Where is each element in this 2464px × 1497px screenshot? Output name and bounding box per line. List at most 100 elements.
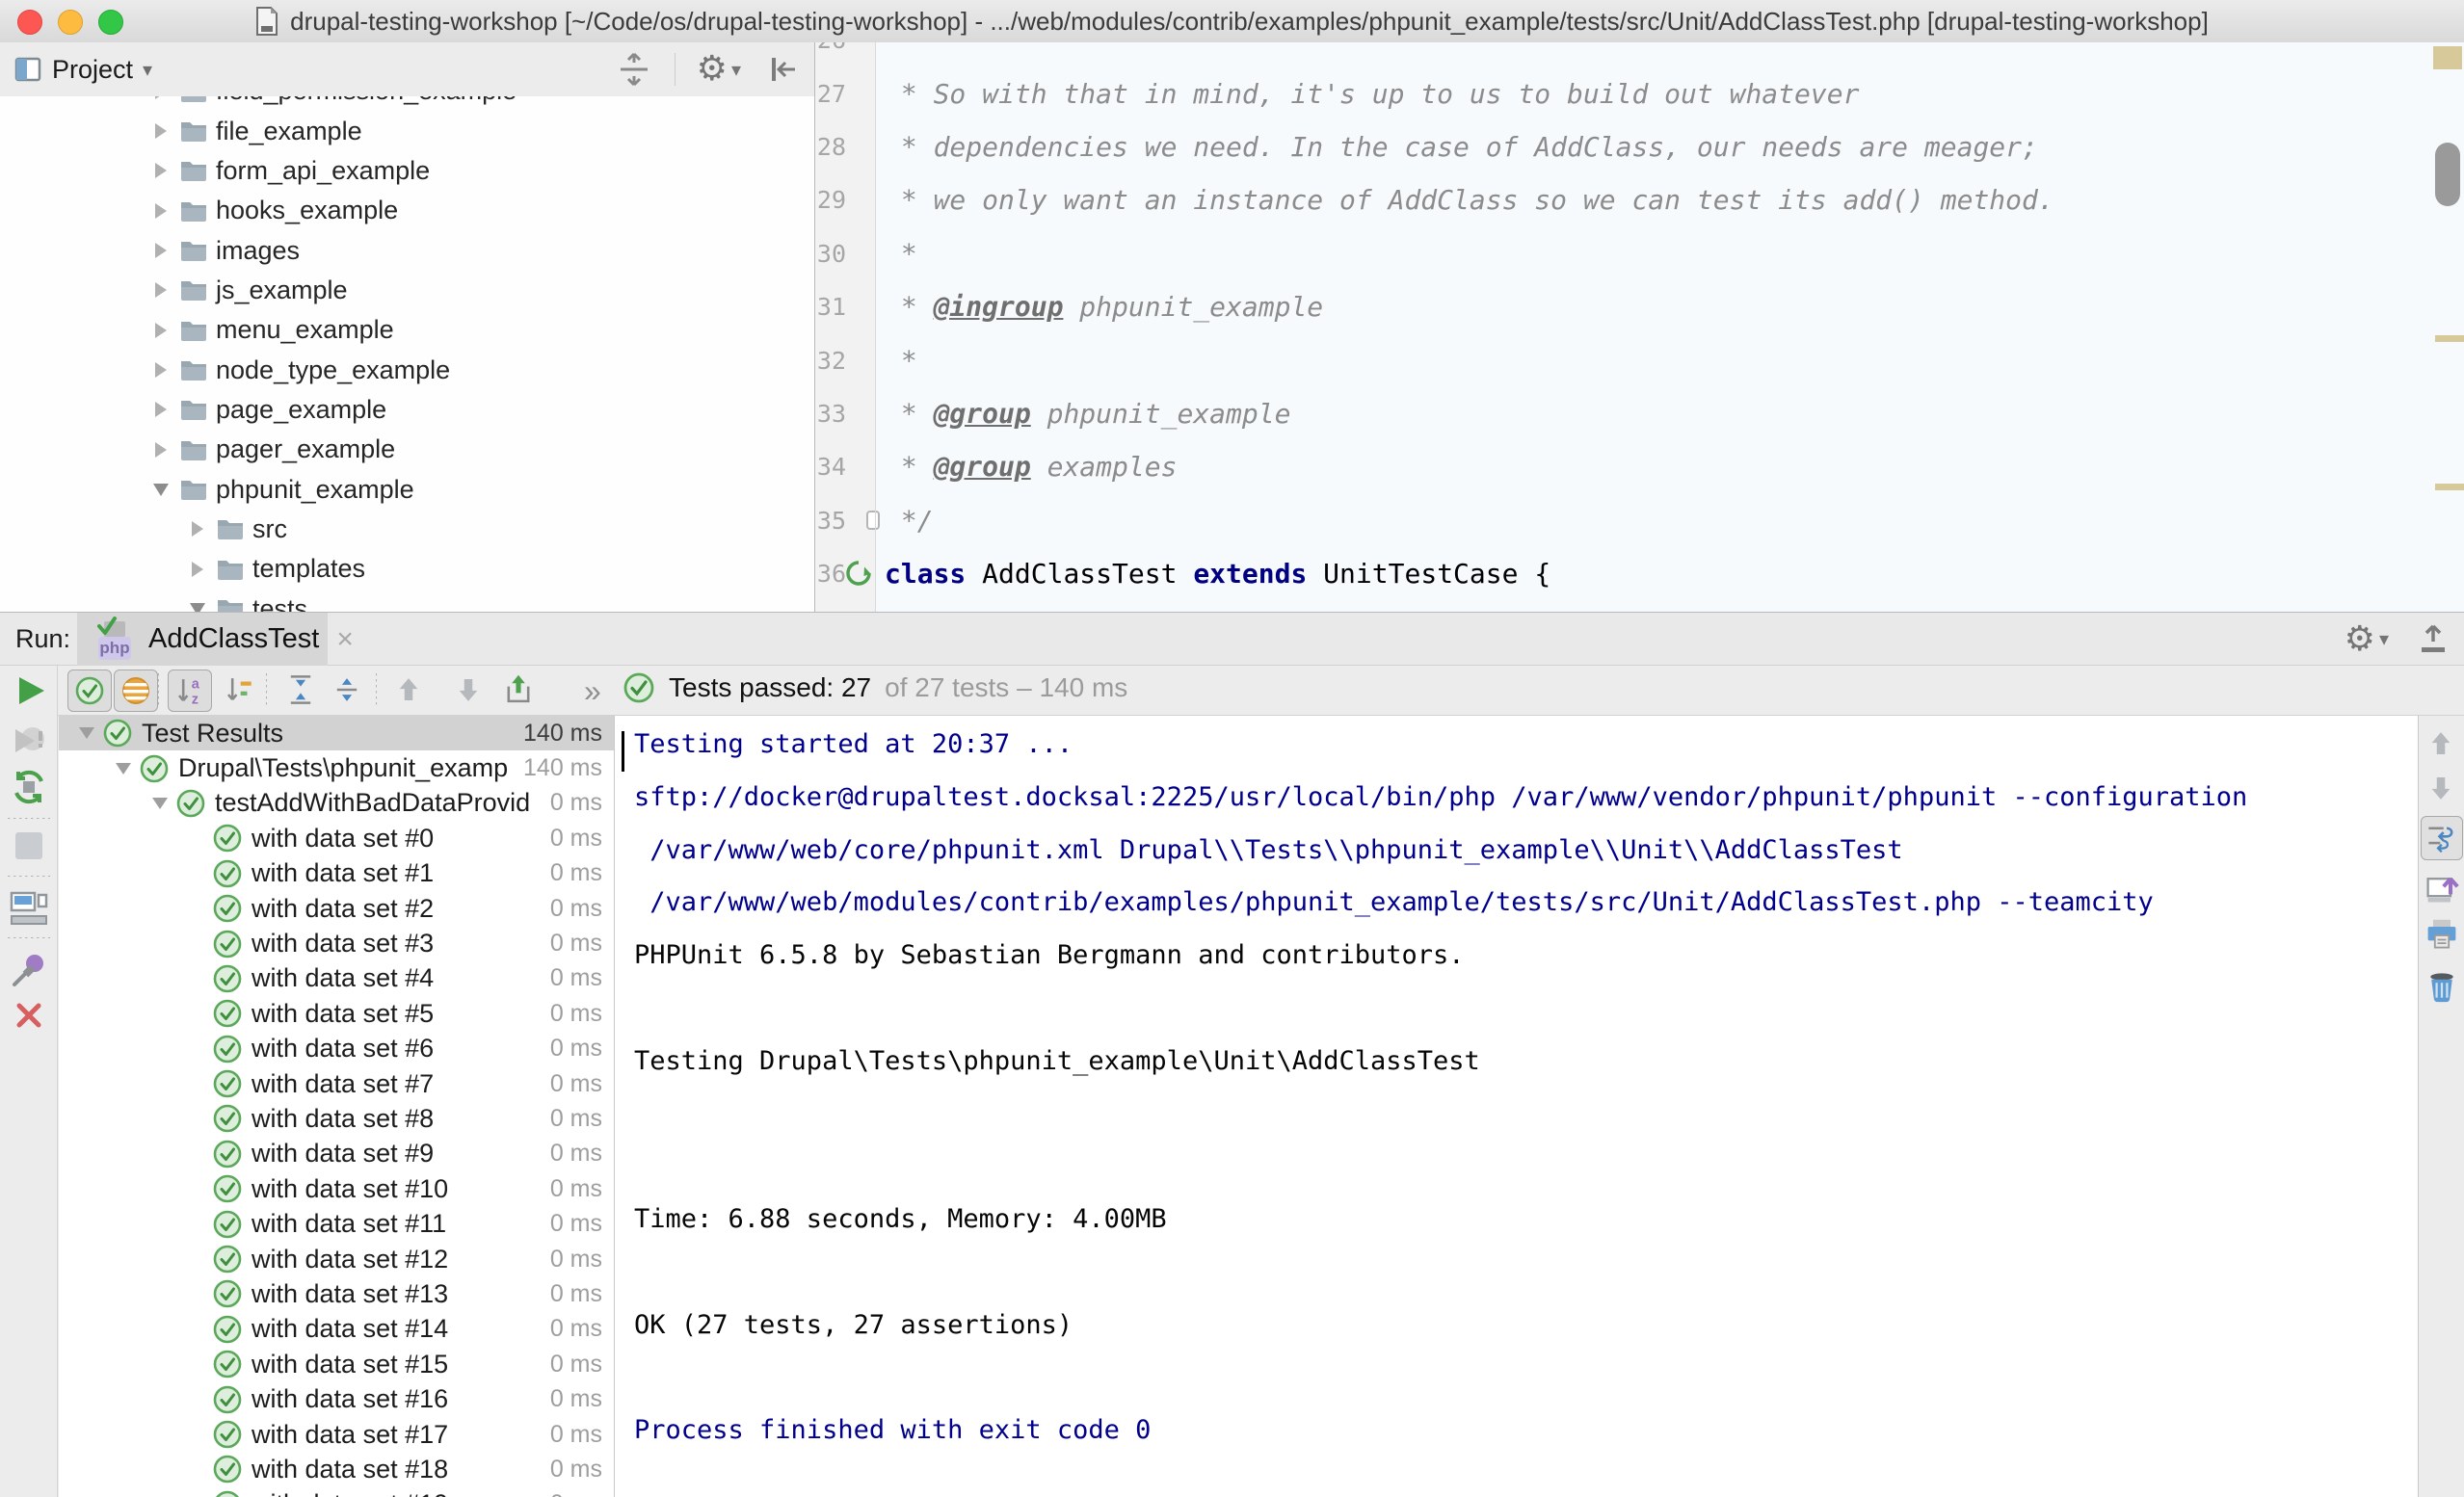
test-tree-row[interactable]: with data set #00 ms <box>59 821 614 855</box>
code-token: UnitTestCase { <box>1307 558 1550 590</box>
chevron-right-icon[interactable] <box>145 323 177 338</box>
editor-scrollbar[interactable] <box>2419 42 2464 612</box>
test-tree-label: with data set #5 <box>252 999 543 1029</box>
collapse-all-icon[interactable] <box>615 50 653 89</box>
fold-marker-icon[interactable] <box>866 511 880 530</box>
show-passed-button[interactable] <box>67 670 112 712</box>
collapse-all-button[interactable] <box>326 670 368 710</box>
project-tree-item[interactable]: pager_example <box>0 430 814 469</box>
project-settings-gear-icon[interactable]: ⚙▾ <box>697 52 741 87</box>
scroll-up-icon[interactable] <box>2424 727 2457 760</box>
test-tree-row[interactable]: Test Results140 ms <box>59 716 614 750</box>
chevron-right-icon[interactable] <box>181 562 214 577</box>
test-tree-row[interactable]: with data set #130 ms <box>59 1276 614 1311</box>
chevron-down-icon[interactable] <box>70 727 103 739</box>
sort-by-duration-button[interactable] <box>218 670 260 710</box>
test-tree-row[interactable]: with data set #30 ms <box>59 926 614 960</box>
test-tree-row[interactable]: with data set #120 ms <box>59 1242 614 1276</box>
export-test-results-button[interactable] <box>497 670 540 710</box>
scrollbar-thumb[interactable] <box>2435 143 2460 206</box>
console-output[interactable]: Testing started at 20:37 ...sftp://docke… <box>614 716 2419 1497</box>
run-settings-gear-icon[interactable]: ⚙▾ <box>2345 622 2389 657</box>
minimize-window-button[interactable] <box>58 10 83 35</box>
close-window-button[interactable] <box>17 10 42 35</box>
zoom-window-button[interactable] <box>98 10 123 35</box>
test-tree-row[interactable]: with data set #70 ms <box>59 1066 614 1101</box>
test-tree-row[interactable]: testAddWithBadDataProvid0 ms <box>59 786 614 821</box>
toggle-auto-test-button[interactable] <box>10 768 48 806</box>
show-ignored-button[interactable] <box>114 670 158 712</box>
scroll-to-end-icon[interactable] <box>2424 872 2459 906</box>
test-history-icon[interactable] <box>10 889 48 928</box>
chevron-down-icon[interactable] <box>107 763 140 775</box>
traffic-lights <box>17 10 123 35</box>
divider <box>8 937 50 938</box>
test-tree-row[interactable]: Drupal\Tests\phpunit_examp140 ms <box>59 750 614 785</box>
project-tree-item[interactable]: images <box>0 230 814 270</box>
chevron-right-icon[interactable] <box>145 123 177 139</box>
project-tree-item[interactable]: file_example <box>0 111 814 150</box>
test-tree-row[interactable]: with data set #140 ms <box>59 1312 614 1347</box>
stop-button[interactable] <box>14 831 43 860</box>
test-tree-row[interactable]: with data set #80 ms <box>59 1101 614 1136</box>
run-tab-addclasstest[interactable]: php AddClassTest × <box>77 613 328 666</box>
chevron-right-icon[interactable] <box>181 521 214 537</box>
test-duration: 0 ms <box>550 1070 602 1098</box>
pin-tab-icon[interactable] <box>10 951 48 989</box>
project-tree-item[interactable]: page_example <box>0 390 814 430</box>
project-tree-item[interactable]: templates <box>0 549 814 589</box>
project-panel-title[interactable]: Project <box>52 55 133 85</box>
project-tree-item[interactable]: tests <box>0 589 814 612</box>
test-tree-row[interactable]: with data set #60 ms <box>59 1032 614 1066</box>
chevron-right-icon[interactable] <box>145 282 177 298</box>
chevron-right-icon[interactable] <box>145 442 177 458</box>
test-tree-row[interactable]: with data set #20 ms <box>59 891 614 926</box>
close-run-panel-button[interactable] <box>13 999 45 1032</box>
test-tree-row[interactable]: with data set #110 ms <box>59 1206 614 1241</box>
run-test-gutter-icon[interactable] <box>844 559 873 588</box>
hide-run-panel-icon[interactable] <box>2414 620 2452 659</box>
project-tree-item[interactable]: src <box>0 510 814 549</box>
chevron-right-icon[interactable] <box>145 402 177 417</box>
chevron-down-icon[interactable] <box>181 603 214 612</box>
code-editor[interactable]: 2627 * So with that in mind, it's up to … <box>815 42 2464 612</box>
clear-all-trash-icon[interactable] <box>2424 968 2459 1003</box>
print-icon[interactable] <box>2424 918 2459 953</box>
hide-panel-icon[interactable] <box>762 50 801 89</box>
project-tree-item[interactable]: form_api_example <box>0 151 814 191</box>
soft-wrap-button[interactable] <box>2421 816 2463 860</box>
test-tree-row[interactable]: with data set #50 ms <box>59 996 614 1031</box>
chevron-right-icon[interactable] <box>145 243 177 258</box>
test-tree-row[interactable]: with data set #170 ms <box>59 1417 614 1452</box>
chevron-down-icon[interactable] <box>144 798 176 809</box>
project-tool-icon <box>13 55 42 84</box>
test-tree-row[interactable]: with data set #160 ms <box>59 1381 614 1416</box>
test-tree-row[interactable]: with data set #180 ms <box>59 1452 614 1486</box>
chevron-down-icon[interactable] <box>145 484 177 496</box>
chevron-right-icon[interactable] <box>145 203 177 219</box>
test-tree-row[interactable]: with data set #10 ms <box>59 856 614 891</box>
previous-failed-test-button[interactable] <box>387 670 430 710</box>
overflow-chevron-icon[interactable]: » <box>584 673 601 709</box>
close-tab-icon[interactable]: × <box>336 623 354 656</box>
next-failed-test-button[interactable] <box>447 670 490 710</box>
project-tree-item[interactable]: hooks_example <box>0 191 814 230</box>
test-tree-row[interactable]: with data set #150 ms <box>59 1347 614 1381</box>
sort-alphabetically-button[interactable]: az <box>168 670 212 712</box>
rerun-failed-tests-button[interactable] <box>10 722 48 760</box>
project-tree-item[interactable]: menu_example <box>0 310 814 350</box>
rerun-button[interactable] <box>13 673 48 708</box>
chevron-down-icon[interactable]: ▾ <box>143 58 152 82</box>
test-tree-row[interactable]: with data set #100 ms <box>59 1171 614 1206</box>
scroll-down-icon[interactable] <box>2424 772 2457 804</box>
project-tree-item[interactable]: phpunit_example <box>0 469 814 509</box>
project-tree-item[interactable]: js_example <box>0 271 814 310</box>
chevron-right-icon[interactable] <box>145 362 177 378</box>
test-tree-row[interactable]: with data set #90 ms <box>59 1137 614 1171</box>
editor-line: 32 * <box>815 333 2419 386</box>
test-tree-row[interactable]: with data set #190 ms <box>59 1487 614 1497</box>
project-tree-item[interactable]: node_type_example <box>0 350 814 389</box>
expand-all-button[interactable] <box>279 670 322 710</box>
test-tree-row[interactable]: with data set #40 ms <box>59 961 614 996</box>
chevron-right-icon[interactable] <box>145 163 177 178</box>
